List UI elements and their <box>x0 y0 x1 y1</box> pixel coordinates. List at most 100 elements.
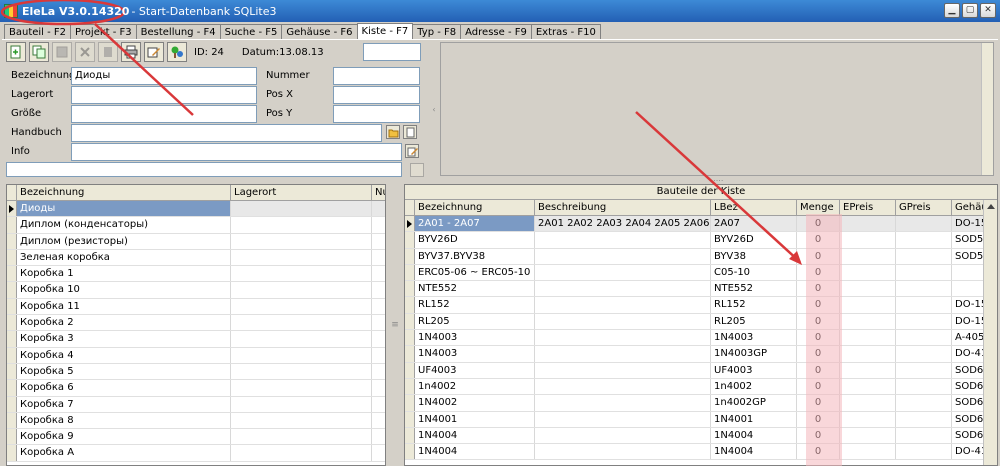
posx-input[interactable] <box>333 86 420 104</box>
cell-epreis[interactable] <box>840 378 896 395</box>
tab-bestellung[interactable]: Bestellung - F4 <box>135 24 221 40</box>
cell-beschreibung[interactable] <box>535 378 711 395</box>
col-epreis[interactable]: EPreis <box>840 200 896 215</box>
table-row[interactable]: Коробка 1 <box>7 266 385 283</box>
cell-gpreis[interactable] <box>896 264 952 281</box>
cell-menge[interactable]: 0 <box>797 362 840 378</box>
cell-lagerort[interactable] <box>231 266 372 282</box>
table-row[interactable]: RL152 RL152 0 DO-15 <box>405 297 997 314</box>
cell-gpreis[interactable] <box>896 248 952 264</box>
cell-nummer[interactable] <box>372 364 385 379</box>
table-row[interactable]: 1N4003 1N4003GP 0 DO-41 <box>405 346 997 363</box>
cell-bezeichnung[interactable]: RL205 <box>415 313 535 330</box>
table-row[interactable]: 2A01 - 2A07 2A01 2A02 2A03 2A04 2A05 2A06… <box>405 216 997 233</box>
cell-menge[interactable]: 0 <box>797 330 840 346</box>
cell-lbez[interactable]: 1N4004 <box>711 444 797 460</box>
cell-gpreis[interactable] <box>896 297 952 313</box>
table-row[interactable]: UF4003 UF4003 0 SOD66 <box>405 362 997 379</box>
handbuch-input[interactable] <box>71 124 382 142</box>
cell-menge[interactable]: 0 <box>797 264 840 281</box>
cell-bezeichnung[interactable]: BYV37.BYV38 <box>415 248 535 264</box>
lagerort-input[interactable] <box>71 86 257 104</box>
cell-lagerort[interactable] <box>231 282 372 298</box>
table-row[interactable]: Диплом (резисторы) <box>7 233 385 250</box>
tab-projekt[interactable]: Projekt - F3 <box>70 24 137 40</box>
cell-nummer[interactable] <box>372 217 385 232</box>
cell-lagerort[interactable] <box>231 217 372 233</box>
groesse-input[interactable] <box>71 105 257 123</box>
table-row[interactable]: ERC05-06 ~ ERC05-10 C05-10 0 <box>405 264 997 282</box>
cell-lbez[interactable]: 1N4001 <box>711 411 797 427</box>
col-gpreis[interactable]: GPreis <box>896 200 952 215</box>
cell-menge[interactable]: 0 <box>797 313 840 330</box>
cell-menge[interactable]: 0 <box>797 216 840 232</box>
cell-epreis[interactable] <box>840 444 896 460</box>
cell-menge[interactable]: 0 <box>797 444 840 460</box>
cell-lbez[interactable]: UF4003 <box>711 362 797 378</box>
cell-nummer[interactable] <box>372 234 385 249</box>
bauteile-scrollbar[interactable] <box>983 200 997 465</box>
table-row[interactable]: 1N4003 1N4003 0 A-405 <box>405 330 997 347</box>
cell-lagerort[interactable] <box>231 429 372 445</box>
cell-lagerort[interactable] <box>231 233 372 249</box>
col-beschreibung[interactable]: Beschreibung <box>535 200 711 215</box>
cell-nummer[interactable] <box>372 201 385 216</box>
cell-lbez[interactable]: RL152 <box>711 297 797 313</box>
table-row[interactable]: Коробка 10 <box>7 282 385 299</box>
cell-bezeichnung[interactable]: Коробка 5 <box>17 363 231 380</box>
table-row[interactable]: 1n4002 1n4002 0 SOD66 <box>405 378 997 396</box>
cell-beschreibung[interactable] <box>535 281 711 297</box>
table-row[interactable]: Коробка 5 <box>7 363 385 381</box>
cell-beschreibung[interactable] <box>535 444 711 460</box>
cell-beschreibung[interactable] <box>535 297 711 313</box>
table-row[interactable]: Коробка А <box>7 445 385 462</box>
cell-gpreis[interactable] <box>896 330 952 346</box>
cell-gpreis[interactable] <box>896 395 952 411</box>
info-input[interactable] <box>71 143 402 161</box>
cell-lbez[interactable]: 2A07 <box>711 216 797 232</box>
cell-bezeichnung[interactable]: 1n4002 <box>415 378 535 395</box>
tab-kiste[interactable]: Kiste - F7 <box>356 23 414 40</box>
cell-bezeichnung[interactable]: Коробка 6 <box>17 380 231 396</box>
cell-bezeichnung[interactable]: ERC05-06 ~ ERC05-10 <box>415 264 535 281</box>
tab-adresse[interactable]: Adresse - F9 <box>460 24 532 40</box>
open-folder-button[interactable] <box>386 125 400 139</box>
cell-beschreibung[interactable] <box>535 395 711 411</box>
cell-bezeichnung[interactable]: Коробка 2 <box>17 315 231 331</box>
posy-input[interactable] <box>333 105 420 123</box>
cell-nummer[interactable] <box>372 413 385 428</box>
cell-bezeichnung[interactable]: Диплом (конденсаторы) <box>17 217 231 233</box>
cell-gpreis[interactable] <box>896 411 952 427</box>
edit-button[interactable] <box>144 42 164 62</box>
cell-nummer[interactable] <box>372 331 385 346</box>
table-row[interactable]: Коробка 3 <box>7 331 385 348</box>
table-row[interactable]: Коробка 2 <box>7 315 385 332</box>
cell-beschreibung[interactable] <box>535 427 711 444</box>
cell-gpreis[interactable] <box>896 444 952 460</box>
cell-beschreibung[interactable] <box>535 330 711 346</box>
cell-nummer[interactable] <box>372 380 385 395</box>
cell-lbez[interactable]: RL205 <box>711 313 797 330</box>
cell-epreis[interactable] <box>840 427 896 444</box>
cell-lagerort[interactable] <box>231 331 372 347</box>
cell-beschreibung[interactable]: 2A01 2A02 2A03 2A04 2A05 2A06 <box>535 216 711 232</box>
cell-epreis[interactable] <box>840 362 896 378</box>
cell-bezeichnung[interactable]: Коробка 7 <box>17 396 231 412</box>
cell-bezeichnung[interactable]: Коробка 11 <box>17 298 231 315</box>
cell-beschreibung[interactable] <box>535 346 711 362</box>
cell-epreis[interactable] <box>840 232 896 248</box>
cell-nummer[interactable] <box>372 250 385 265</box>
col-bezeichnung[interactable]: Bezeichnung <box>415 200 535 215</box>
cell-lbez[interactable]: C05-10 <box>711 264 797 281</box>
cell-gpreis[interactable] <box>896 346 952 362</box>
cell-lbez[interactable]: 1N4004 <box>711 427 797 444</box>
col-bezeichnung[interactable]: Bezeichnung <box>17 185 231 200</box>
cell-bezeichnung[interactable]: Диоды <box>17 201 231 217</box>
cell-lbez[interactable]: BYV38 <box>711 248 797 264</box>
cell-bezeichnung[interactable]: 1N4002 <box>415 395 535 411</box>
table-row[interactable]: Коробка 11 <box>7 298 385 316</box>
table-row[interactable]: Коробка 8 <box>7 412 385 430</box>
cell-bezeichnung[interactable]: 1N4004 <box>415 427 535 444</box>
cell-bezeichnung[interactable]: 1N4003 <box>415 346 535 362</box>
cell-epreis[interactable] <box>840 264 896 281</box>
